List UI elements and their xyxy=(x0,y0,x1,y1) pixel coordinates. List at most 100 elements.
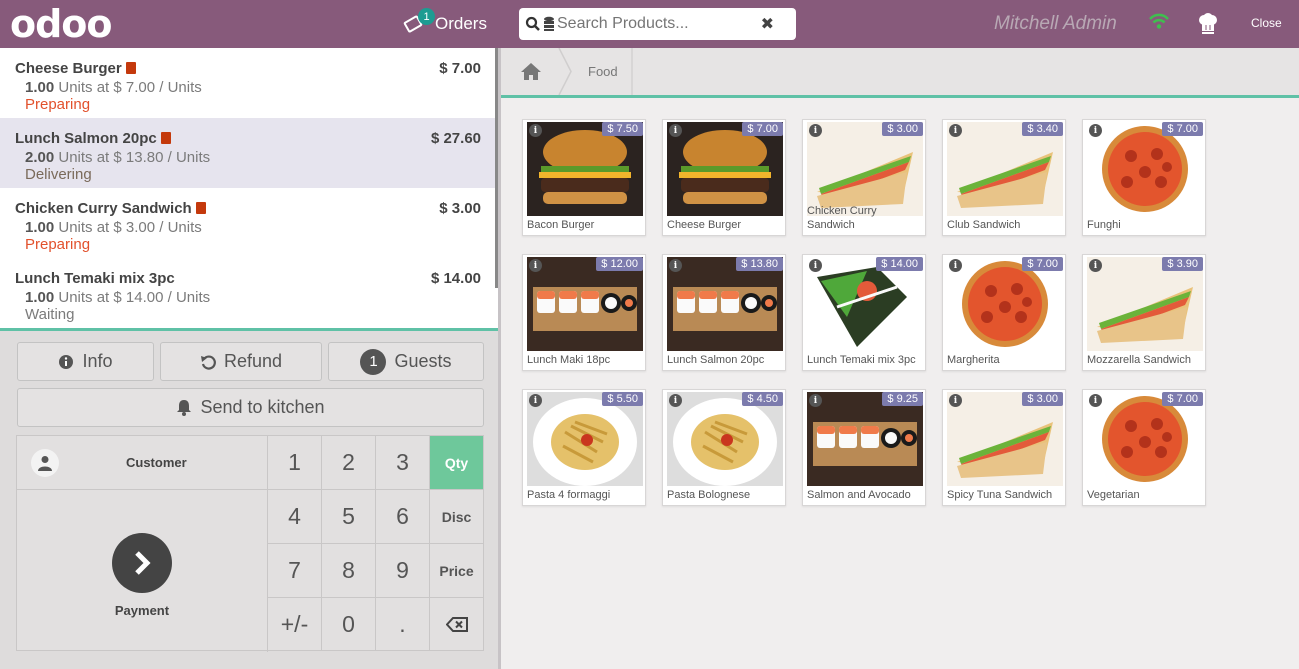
product-name: Cheese Burger xyxy=(667,219,741,231)
product-card[interactable]: $ 12.00 i Lunch Maki 18pc xyxy=(522,254,646,371)
product-info-icon[interactable]: i xyxy=(1089,124,1102,137)
line-qty: 1.00 xyxy=(25,79,55,96)
numpad-key-9[interactable]: 9 xyxy=(376,544,430,598)
product-card[interactable]: $ 7.50 i Bacon Burger xyxy=(522,119,646,236)
cashier-name[interactable]: Mitchell Admin xyxy=(994,13,1117,35)
search-input[interactable] xyxy=(557,15,757,33)
pizza-image xyxy=(1087,392,1203,486)
numpad-key-4[interactable]: 4 xyxy=(268,490,322,544)
bell-icon xyxy=(177,400,192,416)
numpad-key-7[interactable]: 7 xyxy=(268,544,322,598)
product-name: Chicken Curry Sandwich xyxy=(807,205,877,231)
product-price-badge: $ 7.00 xyxy=(742,122,783,136)
customer-button[interactable]: Customer xyxy=(17,436,268,490)
product-card[interactable]: $ 7.00 i Margherita xyxy=(942,254,1066,371)
guests-count: 1 xyxy=(360,348,387,375)
backspace-button[interactable] xyxy=(430,598,484,651)
home-button[interactable] xyxy=(501,48,561,95)
product-card[interactable]: $ 5.50 i Pasta 4 formaggi xyxy=(522,389,646,506)
mode-price-button[interactable]: Price xyxy=(430,544,484,598)
numpad: Customer Payment 1 2 3 Qty 4 5 6 Disc 7 … xyxy=(16,435,484,652)
product-info-icon[interactable]: i xyxy=(669,124,682,137)
product-info-icon[interactable]: i xyxy=(809,259,822,272)
product-card[interactable]: $ 7.00 i Cheese Burger xyxy=(662,119,786,236)
product-card[interactable]: $ 13.80 i Lunch Salmon 20pc xyxy=(662,254,786,371)
trash-icon[interactable] xyxy=(195,202,206,214)
line-price: $ 3.00 xyxy=(439,200,481,217)
product-info-icon[interactable]: i xyxy=(809,124,822,137)
numpad-key-3[interactable]: 3 xyxy=(376,436,430,490)
breadcrumb-end-divider xyxy=(631,48,633,95)
guests-button[interactable]: 1 Guests xyxy=(328,342,484,381)
product-info-icon[interactable]: i xyxy=(529,394,542,407)
line-status[interactable]: Preparing xyxy=(25,236,480,253)
breadcrumb-category[interactable]: Food xyxy=(588,64,618,79)
line-product-name: Cheese Burger xyxy=(15,60,122,77)
product-info-icon[interactable]: i xyxy=(1089,259,1102,272)
line-product-name: Lunch Salmon 20pc xyxy=(15,130,157,147)
product-info-icon[interactable]: i xyxy=(669,394,682,407)
product-card[interactable]: $ 7.00 i Vegetarian xyxy=(1082,389,1206,506)
product-info-icon[interactable]: i xyxy=(949,124,962,137)
product-info-icon[interactable]: i xyxy=(529,259,542,272)
pizza-image xyxy=(1087,122,1203,216)
close-button[interactable]: Close xyxy=(1251,16,1282,30)
numpad-key-plusminus[interactable]: +/- xyxy=(268,598,322,651)
line-unit-text: Units at $ 3.00 / Units xyxy=(58,219,202,236)
pasta-image xyxy=(667,392,783,486)
product-card[interactable]: $ 3.40 i Club Sandwich xyxy=(942,119,1066,236)
product-card[interactable]: $ 14.00 i Lunch Temaki mix 3pc xyxy=(802,254,926,371)
numpad-key-decimal[interactable]: . xyxy=(376,598,430,651)
line-product-name: Lunch Temaki mix 3pc xyxy=(15,270,175,287)
payment-button[interactable]: Payment xyxy=(17,490,268,652)
product-info-icon[interactable]: i xyxy=(669,259,682,272)
product-search[interactable]: ✖ xyxy=(519,8,796,40)
numpad-key-6[interactable]: 6 xyxy=(376,490,430,544)
numpad-key-1[interactable]: 1 xyxy=(268,436,322,490)
search-icon xyxy=(525,16,540,31)
line-status[interactable]: Waiting xyxy=(25,306,480,323)
mode-disc-button[interactable]: Disc xyxy=(430,490,484,544)
order-line[interactable]: Lunch Temaki mix 3pc $ 14.00 1.00 Units … xyxy=(0,258,495,328)
product-name: Bacon Burger xyxy=(527,219,595,231)
burger-image xyxy=(527,122,643,216)
send-to-kitchen-button[interactable]: Send to kitchen xyxy=(17,388,484,427)
mode-qty-button[interactable]: Qty xyxy=(430,436,484,490)
product-info-icon[interactable]: i xyxy=(529,124,542,137)
product-card[interactable]: $ 3.00 i Chicken Curry Sandwich xyxy=(802,119,926,236)
product-price-badge: $ 3.40 xyxy=(1022,122,1063,136)
product-info-icon[interactable]: i xyxy=(949,394,962,407)
order-scrollbar[interactable] xyxy=(495,48,498,288)
trash-icon[interactable] xyxy=(125,62,136,74)
clear-search-icon[interactable]: ✖ xyxy=(761,14,774,34)
order-line[interactable]: Chicken Curry Sandwich $ 3.00 1.00 Units… xyxy=(0,188,495,258)
backspace-icon xyxy=(445,616,468,632)
product-name: Lunch Temaki mix 3pc xyxy=(807,354,916,366)
trash-icon[interactable] xyxy=(160,132,171,144)
product-info-icon[interactable]: i xyxy=(949,259,962,272)
pizza-image xyxy=(947,257,1063,351)
refund-button[interactable]: Refund xyxy=(160,342,322,381)
order-panel: Cheese Burger $ 7.00 1.00 Units at $ 7.0… xyxy=(0,48,501,669)
sandwich-image xyxy=(947,122,1063,216)
line-status[interactable]: Preparing xyxy=(25,96,480,113)
order-line[interactable]: Cheese Burger $ 7.00 1.00 Units at $ 7.0… xyxy=(0,48,495,118)
numpad-key-5[interactable]: 5 xyxy=(322,490,376,544)
product-info-icon[interactable]: i xyxy=(1089,394,1102,407)
numpad-key-8[interactable]: 8 xyxy=(322,544,376,598)
product-card[interactable]: $ 7.00 i Funghi xyxy=(1082,119,1206,236)
order-line[interactable]: Lunch Salmon 20pc $ 27.60 2.00 Units at … xyxy=(0,118,495,188)
product-card[interactable]: $ 3.00 i Spicy Tuna Sandwich xyxy=(942,389,1066,506)
orders-button[interactable]: 1 Orders xyxy=(403,8,487,36)
line-status[interactable]: Delivering xyxy=(25,166,480,183)
numpad-key-0[interactable]: 0 xyxy=(322,598,376,651)
product-info-icon[interactable]: i xyxy=(809,394,822,407)
kitchen-chef-icon[interactable] xyxy=(1198,13,1218,35)
product-card[interactable]: $ 3.90 i Mozzarella Sandwich xyxy=(1082,254,1206,371)
product-card[interactable]: $ 4.50 i Pasta Bolognese xyxy=(662,389,786,506)
numpad-key-2[interactable]: 2 xyxy=(322,436,376,490)
info-button[interactable]: Info xyxy=(17,342,154,381)
customer-label: Customer xyxy=(126,455,187,470)
product-card[interactable]: $ 9.25 i Salmon and Avocado xyxy=(802,389,926,506)
wifi-icon xyxy=(1149,13,1169,29)
